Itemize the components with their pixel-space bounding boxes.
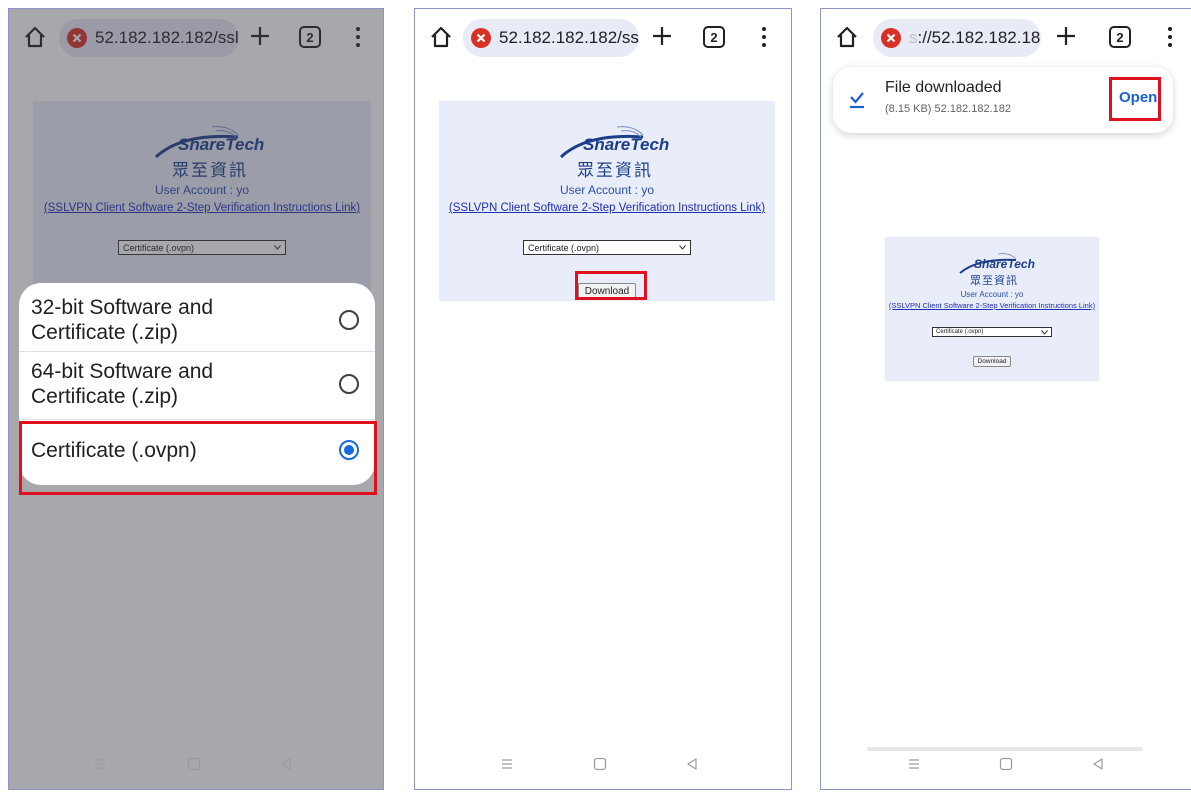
nav-back-icon[interactable]: [685, 757, 699, 771]
android-nav-bar: [9, 757, 383, 783]
panel-download: 52.182.182.182/sslv 2 ShareTech 眾至資訊 Use…: [414, 8, 792, 790]
address-bar[interactable]: s://52.182.182.182: [873, 19, 1041, 57]
sharetech-card: ShareTech 眾至資訊 User Account : yo (SSLVPN…: [885, 237, 1099, 381]
scroll-indicator: [867, 747, 1143, 751]
chevron-down-icon: [1041, 329, 1048, 335]
panel-select-format: 52.182.182.182/sslv 2 ShareTech 眾至資訊 Use…: [8, 8, 384, 790]
radio-icon[interactable]: [339, 310, 359, 330]
logo-text-en: ShareTech: [583, 135, 670, 154]
logo-text-en: ShareTech: [974, 257, 1035, 271]
instructions-link[interactable]: (SSLVPN Client Software 2-Step Verificat…: [885, 301, 1099, 310]
tabs-icon[interactable]: 2: [1109, 26, 1131, 48]
panel-downloaded: s://52.182.182.182 2 File downloaded (8.…: [820, 8, 1191, 790]
divider: [19, 419, 375, 420]
url-text: s://52.182.182.182: [909, 28, 1041, 48]
error-icon: [471, 28, 491, 48]
picker-option-label: 64-bit Software and Certificate (.zip): [31, 360, 214, 408]
nav-back-icon[interactable]: [1091, 757, 1105, 771]
divider: [19, 351, 375, 352]
new-tab-plus-icon[interactable]: [1053, 23, 1079, 49]
format-select-value: Certificate (.ovpn): [528, 242, 600, 253]
sharetech-logo: ShareTech 眾至資訊: [952, 251, 1035, 289]
browser-toolbar: s://52.182.182.182 2: [821, 9, 1191, 69]
radio-icon[interactable]: [339, 374, 359, 394]
picker-option-label: 32-bit Software and Certificate (.zip): [31, 296, 214, 344]
browser-toolbar: 52.182.182.182/sslv 2: [415, 9, 791, 69]
sharetech-logo: ShareTech 眾至資訊: [547, 123, 670, 181]
nav-back-icon[interactable]: [279, 757, 293, 771]
picker-option-32bit[interactable]: 32-bit Software and Certificate (.zip): [19, 291, 375, 349]
download-button[interactable]: Download: [972, 356, 1012, 367]
nav-home-icon[interactable]: [593, 757, 607, 771]
nav-recents-icon[interactable]: [93, 757, 107, 771]
format-select[interactable]: Certificate (.ovpn): [932, 327, 1052, 337]
highlight-box: [575, 271, 647, 300]
home-icon[interactable]: [429, 25, 453, 49]
logo-text-zh: 眾至資訊: [970, 275, 1018, 287]
instructions-link[interactable]: (SSLVPN Client Software 2-Step Verificat…: [439, 202, 775, 214]
home-icon[interactable]: [835, 25, 859, 49]
address-bar[interactable]: 52.182.182.182/sslv: [463, 19, 639, 57]
picker-option-64bit[interactable]: 64-bit Software and Certificate (.zip): [19, 355, 375, 413]
url-scheme-faded: s: [909, 28, 918, 47]
new-tab-plus-icon[interactable]: [649, 23, 675, 49]
user-account-label: User Account : yo: [960, 290, 1024, 299]
error-icon: [881, 28, 901, 48]
tabs-icon[interactable]: 2: [703, 26, 725, 48]
format-select-value: Certificate (.ovpn): [936, 329, 984, 335]
highlight-box: [1109, 77, 1161, 121]
toast-title: File downloaded: [885, 79, 1002, 96]
highlight-box: [19, 421, 377, 495]
logo-text-zh: 眾至資訊: [577, 161, 653, 180]
download-done-icon: [850, 92, 864, 109]
toast-subtitle: (8.15 KB) 52.182.182.182: [885, 103, 1011, 115]
nav-recents-icon[interactable]: [907, 757, 921, 771]
android-nav-bar: [821, 757, 1191, 783]
url-host: ://52.182.182.182: [917, 28, 1042, 47]
menu-icon[interactable]: [759, 25, 769, 49]
url-text: 52.182.182.182/sslv: [499, 28, 639, 47]
menu-icon[interactable]: [1165, 25, 1175, 49]
nav-home-icon[interactable]: [187, 757, 201, 771]
format-select[interactable]: Certificate (.ovpn): [523, 240, 691, 255]
user-account-label: User Account : yo: [559, 183, 655, 197]
nav-recents-icon[interactable]: [500, 757, 514, 771]
chevron-down-icon: [679, 245, 686, 250]
nav-home-icon[interactable]: [999, 757, 1013, 771]
android-nav-bar: [415, 757, 791, 783]
